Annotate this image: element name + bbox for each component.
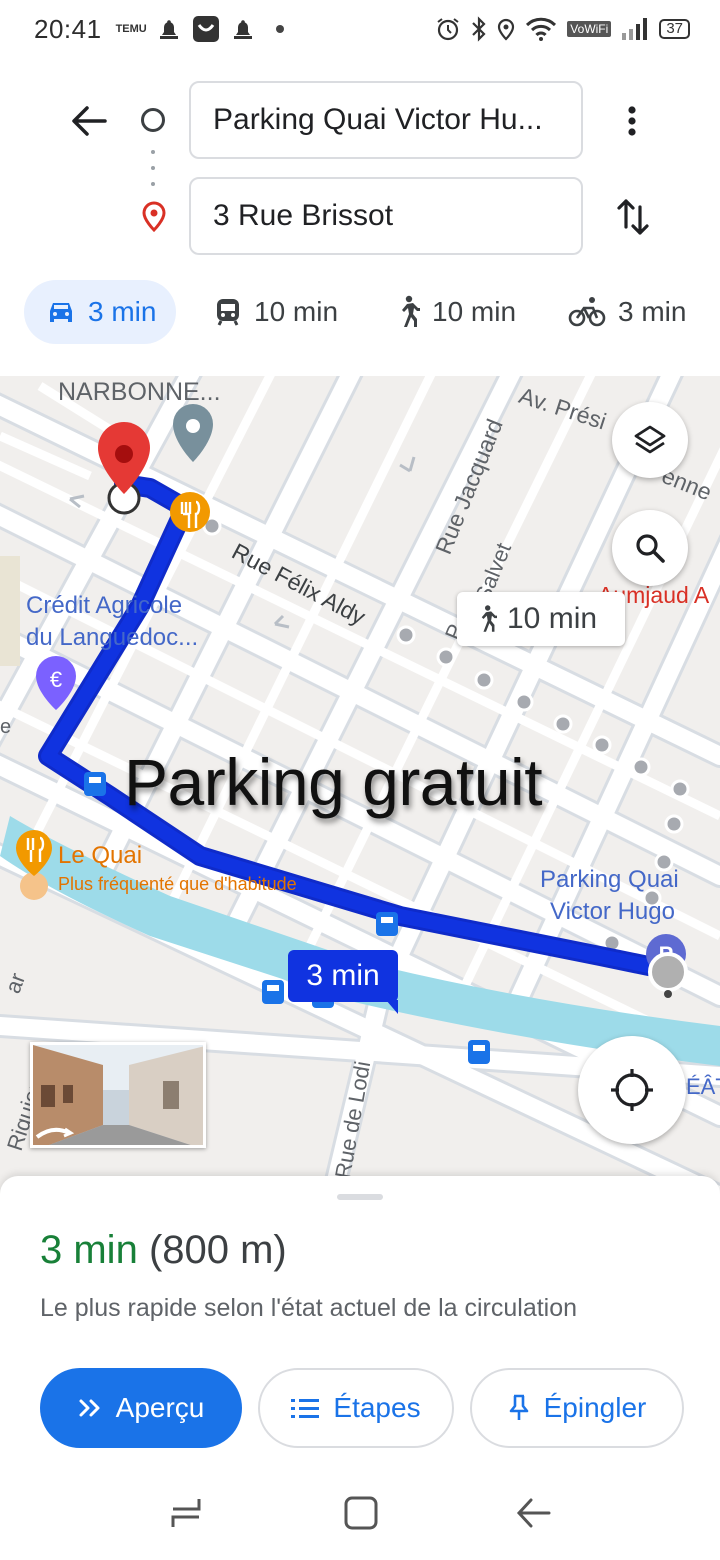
map-label-narbonne: NARBONNE... bbox=[58, 378, 221, 406]
mode-tab-transit[interactable]: 10 min bbox=[214, 280, 338, 344]
walk-icon bbox=[481, 605, 497, 632]
vowifi-badge: VoWiFi bbox=[567, 21, 612, 37]
recents-button[interactable] bbox=[162, 1490, 212, 1536]
walking-time-callout[interactable]: 10 min bbox=[457, 592, 625, 646]
preview-button[interactable]: Aperçu bbox=[40, 1368, 242, 1448]
map-label-busy-status: Plus fréquenté que d'habitude bbox=[58, 874, 297, 894]
map-label-du-languedoc: du Languedoc... bbox=[26, 624, 199, 651]
steps-label: Étapes bbox=[333, 1392, 421, 1423]
mode-label: 10 min bbox=[432, 296, 517, 327]
location-icon bbox=[497, 17, 515, 41]
bike-icon bbox=[568, 297, 606, 327]
pushpin-icon bbox=[509, 1394, 528, 1420]
search-along-route-button[interactable] bbox=[612, 510, 688, 586]
layers-icon bbox=[634, 425, 666, 454]
swap-directions-button[interactable] bbox=[608, 192, 658, 242]
back-chevron-icon bbox=[516, 1498, 551, 1528]
mode-tab-cycling[interactable]: 3 min bbox=[568, 280, 686, 344]
search-icon bbox=[636, 534, 665, 563]
route-eta: 3 min (800 m) bbox=[40, 1228, 287, 1273]
wifi-icon bbox=[525, 16, 557, 42]
map-label-e-short: e bbox=[0, 716, 12, 738]
status-time: 20:41 bbox=[34, 13, 102, 44]
swap-vert-icon bbox=[617, 199, 649, 235]
my-location-button[interactable] bbox=[578, 1036, 686, 1144]
car-icon bbox=[50, 303, 72, 322]
map-view[interactable]: € P NARBONNE... Av. Prési enne Rue Jac bbox=[0, 376, 720, 1196]
crosshair-icon bbox=[611, 1069, 653, 1111]
alarm-icon bbox=[435, 16, 461, 42]
system-back-button[interactable] bbox=[508, 1490, 558, 1536]
bell-icon-2 bbox=[232, 18, 254, 40]
walk-icon bbox=[402, 295, 420, 327]
driving-time-callout[interactable]: 3 min bbox=[288, 950, 398, 1014]
svg-text:€: € bbox=[50, 667, 62, 692]
origin-circle-icon bbox=[141, 108, 165, 132]
bell-icon bbox=[158, 18, 180, 40]
signal-icon bbox=[621, 17, 649, 41]
double-chevron-icon bbox=[79, 1399, 100, 1417]
map-label-credit-agricole: Crédit Agricole bbox=[26, 592, 183, 619]
walking-time-label: 10 min bbox=[507, 602, 598, 635]
layers-button[interactable] bbox=[612, 402, 688, 478]
street-view-photo bbox=[33, 1045, 203, 1145]
status-bar: 20:41 TEMU VoWiFi 37 bbox=[0, 0, 720, 58]
eta-distance: (800 m) bbox=[148, 1228, 287, 1272]
pin-button[interactable]: Épingler bbox=[470, 1368, 684, 1448]
eta-time: 3 min bbox=[40, 1228, 138, 1272]
bluetooth-icon bbox=[471, 16, 487, 42]
notification-icons: TEMU bbox=[116, 15, 286, 43]
map-label-le-quai: Le Quai bbox=[58, 842, 143, 869]
more-vert-icon bbox=[628, 106, 636, 136]
steps-button[interactable]: Étapes bbox=[258, 1368, 454, 1448]
more-options-button[interactable] bbox=[612, 98, 652, 144]
transit-icon bbox=[217, 299, 239, 326]
street-view-thumbnail[interactable] bbox=[30, 1042, 206, 1148]
app-notification-icon bbox=[192, 15, 220, 43]
travel-mode-tabs: 3 min 10 min 10 min 3 min bbox=[0, 280, 720, 344]
mode-tab-driving[interactable]: 3 min bbox=[24, 280, 177, 344]
pin-label: Épingler bbox=[543, 1392, 647, 1423]
route-description: Le plus rapide selon l'état actuel de la… bbox=[40, 1294, 578, 1322]
map-label-parking-quai: Parking Quai bbox=[540, 866, 679, 893]
map-label-eat: ÉÂT bbox=[686, 1074, 720, 1099]
system-navigation-bar bbox=[0, 1466, 720, 1560]
back-arrow-icon bbox=[72, 106, 107, 136]
list-icon bbox=[291, 1399, 320, 1418]
mode-tab-walking[interactable]: 10 min bbox=[394, 280, 516, 344]
route-dots-connector bbox=[151, 150, 155, 186]
back-button[interactable] bbox=[64, 98, 114, 144]
home-button[interactable] bbox=[336, 1490, 386, 1536]
more-notifications-dot-icon bbox=[266, 24, 286, 34]
home-icon bbox=[344, 1496, 378, 1530]
destination-input[interactable]: 3 Rue Brissot bbox=[189, 177, 583, 255]
sheet-drag-handle[interactable] bbox=[337, 1194, 383, 1200]
mode-label: 10 min bbox=[254, 296, 339, 327]
battery-indicator: 37 bbox=[659, 19, 690, 39]
overlay-caption: Parking gratuit bbox=[124, 745, 543, 819]
system-icons: VoWiFi 37 bbox=[435, 16, 690, 42]
mode-label: 3 min bbox=[618, 296, 687, 327]
destination-pin-icon bbox=[140, 200, 168, 233]
recents-icon bbox=[171, 1499, 201, 1527]
origin-input[interactable]: Parking Quai Victor Hu... bbox=[189, 81, 583, 159]
temu-app-icon: TEMU bbox=[115, 23, 147, 35]
map-label-victor-hugo: Victor Hugo bbox=[550, 898, 675, 925]
mode-label: 3 min bbox=[88, 296, 157, 327]
preview-label: Aperçu bbox=[115, 1392, 205, 1423]
